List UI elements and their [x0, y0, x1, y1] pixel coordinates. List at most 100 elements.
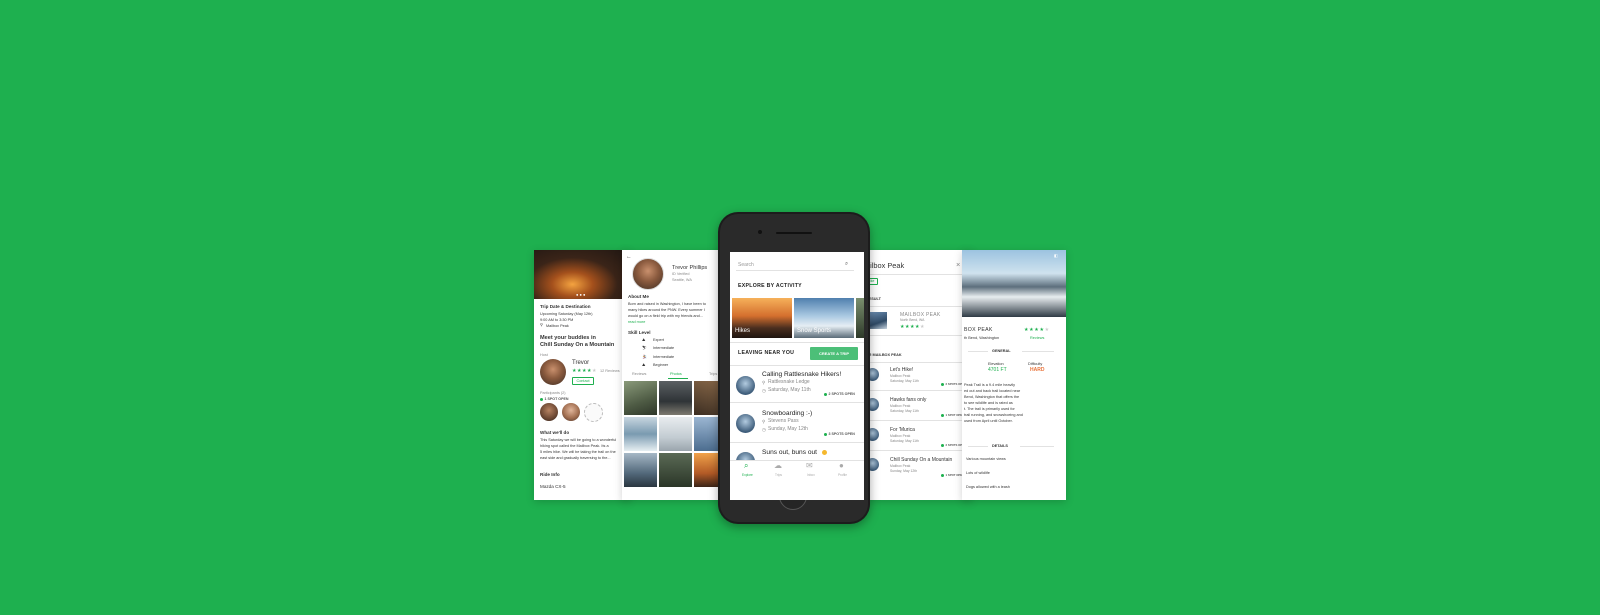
profile-name: Trevor Phillips — [672, 265, 708, 271]
participant-avatar-2[interactable] — [562, 403, 580, 421]
leaving-label: LEAVING NEAR YOU — [738, 350, 795, 356]
trip-avatar[interactable] — [736, 414, 755, 433]
trip-spots: 2 SPOTS OPEN — [824, 392, 855, 396]
row-divider — [862, 450, 972, 451]
reviews-link[interactable]: Reviews — [1030, 336, 1044, 340]
general-label: GENERAL — [992, 349, 1011, 353]
trip-desc-4: east side and gradually traversing to th… — [540, 456, 611, 460]
tab-underline — [668, 378, 688, 379]
trip-desc-2: hiking spot called the Mailbox Peak. Its… — [540, 444, 609, 448]
phone-frame: Search ⌕ EXPLORE BY ACTIVITY Hikes Snow … — [718, 212, 870, 524]
share-icon[interactable]: ◧ — [1054, 254, 1058, 258]
search-screen: ailbox Peak × Hike RESULT MAILBOX PEAK N… — [862, 250, 972, 500]
result-divider — [862, 306, 972, 307]
trip-spots: 1 SPOT OPEN — [941, 413, 964, 417]
trip-title[interactable]: Chill Sunday On a Mountain — [890, 457, 952, 464]
skill-3: Intermediate — [653, 355, 675, 359]
host-reviews[interactable]: 12 Reviews — [600, 369, 620, 373]
search-icon[interactable]: ⌕ — [845, 261, 848, 267]
trip-place: Rattlesnake Ledge — [768, 379, 810, 385]
inbox-tab-icon[interactable]: ✉ — [806, 461, 813, 470]
photo-thumb[interactable] — [624, 417, 657, 451]
activity-card-peek[interactable] — [856, 298, 864, 338]
row-divider — [862, 390, 972, 391]
trip-spots: 3 SPOTS OPEN — [824, 432, 855, 436]
trip-title[interactable]: Snowboarding :-) — [762, 410, 812, 418]
trips-tab-icon[interactable]: ☁ — [774, 461, 782, 470]
skill-icon-4: ⛰ — [642, 363, 646, 367]
participants-spots: 1 SPOT OPEN — [540, 397, 568, 401]
trip-title[interactable]: Suns out, buns out — [762, 449, 817, 457]
place-detail-screen: ◧ BOX PEAK ★★★★★ th Bend, Washington Rev… — [962, 250, 1066, 500]
tab-trips[interactable]: Trips — [709, 372, 717, 376]
sun-emoji-icon — [822, 450, 827, 455]
host-avatar[interactable] — [540, 359, 566, 385]
map-pin-icon: ⚲ — [762, 380, 766, 385]
place-thumbnail[interactable] — [870, 312, 887, 329]
tab-inbox[interactable]: Inbox — [807, 473, 815, 477]
row-divider — [730, 442, 864, 443]
photo-thumb[interactable] — [659, 453, 692, 487]
place-desc-5: t. The trail is primarily used for — [964, 407, 1015, 411]
photo-thumb[interactable] — [624, 453, 657, 487]
place-location: th Bend, Washington — [964, 336, 1000, 340]
about-1: Born and raised in Washington, I have be… — [628, 302, 706, 306]
search-input[interactable]: Search — [738, 262, 754, 269]
profile-avatar[interactable] — [632, 258, 664, 290]
photo-thumb[interactable] — [624, 381, 657, 415]
trip-date: Upcoming Saturday (May 12th) — [540, 312, 593, 316]
back-arrow-icon[interactable]: ← — [626, 254, 632, 260]
clock-icon: ◷ — [762, 427, 766, 432]
trip-title[interactable]: Hawks fans only — [890, 397, 926, 404]
trip-date: Saturday, May 11th — [768, 387, 811, 393]
close-icon[interactable]: × — [956, 260, 960, 270]
tab-trips[interactable]: Trips — [775, 473, 782, 477]
create-trip-button[interactable]: CREATE A TRIP — [810, 347, 858, 360]
photo-thumb[interactable] — [659, 417, 692, 451]
trip-spots: 1 SPOT OPEN — [941, 473, 964, 477]
trip-title[interactable]: Let's Hike! — [890, 367, 913, 374]
photo-thumb[interactable] — [659, 381, 692, 415]
explore-tab-icon[interactable]: ⌕ — [744, 461, 748, 471]
difficulty-label: Difficulty — [1028, 362, 1043, 366]
trip-date: Sunday, May 12th — [768, 426, 808, 432]
trip-place: Mailbox Peak — [546, 324, 569, 328]
elevation-value: 4701 FT — [988, 367, 1007, 373]
trip-title[interactable]: For 'Murica — [890, 427, 915, 434]
place-name: BOX PEAK — [964, 327, 993, 333]
clock-icon: ◷ — [762, 388, 766, 393]
search-underline — [736, 270, 854, 271]
tab-explore[interactable]: Explore — [742, 473, 753, 477]
meet-heading-2: Chill Sunday On a Mountain — [540, 342, 615, 348]
participant-avatar-1[interactable] — [540, 403, 558, 421]
tab-photos[interactable]: Photos — [670, 372, 682, 376]
details-rule-left — [968, 446, 988, 447]
difficulty-value: HARD — [1030, 367, 1045, 373]
place-location: North Bend, WA — [900, 318, 925, 322]
contact-button[interactable]: Contact — [572, 377, 594, 385]
trip-title[interactable]: Calling Rattlesnake Hikers! — [762, 371, 841, 379]
empty-spot-avatar[interactable] — [584, 403, 603, 422]
host-rating-stars: ★★★★★ — [572, 368, 597, 374]
trip-date: Saturday, May 11th — [890, 439, 919, 443]
meet-heading-1: Meet your buddies in — [540, 335, 596, 341]
home-screen: Search ⌕ EXPLORE BY ACTIVITY Hikes Snow … — [730, 252, 864, 500]
read-more-link[interactable]: read more — [628, 320, 645, 324]
carousel-dots[interactable]: ● ● ● — [576, 292, 585, 298]
trip-desc-3: 5 miles hike. We will be taking the trai… — [540, 450, 616, 454]
phone-bezel: Search ⌕ EXPLORE BY ACTIVITY Hikes Snow … — [720, 214, 868, 522]
tab-reviews[interactable]: Reviews — [632, 372, 646, 376]
section-divider — [730, 342, 864, 343]
what-label: What we'll do — [540, 430, 570, 435]
skill-icon-1: ⛰ — [642, 338, 646, 342]
tab-profile[interactable]: Profile — [838, 473, 847, 477]
ride-label: Ride Info — [540, 472, 560, 477]
near-divider — [862, 335, 972, 336]
trip-avatar[interactable] — [736, 376, 755, 395]
profile-tab-icon[interactable]: ● — [839, 461, 844, 470]
detail-item: Dogs allowed with a leash — [966, 485, 1010, 489]
map-pin-icon: ⚲ — [762, 419, 766, 424]
trip-place: Stevens Pass — [768, 418, 799, 424]
search-query[interactable]: ailbox Peak — [866, 261, 904, 271]
list-divider — [730, 365, 864, 366]
